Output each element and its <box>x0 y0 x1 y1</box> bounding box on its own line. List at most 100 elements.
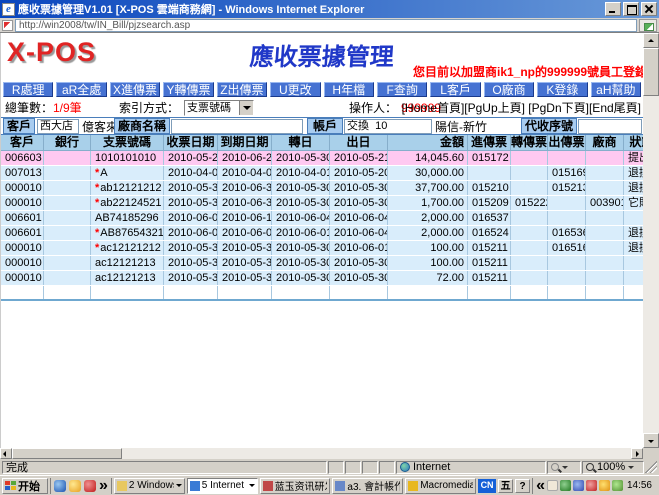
column-header[interactable]: 出日 <box>330 135 388 150</box>
menu-button[interactable]: L客戶 <box>430 82 480 97</box>
column-header[interactable]: 到期日期 <box>218 135 272 150</box>
scroll-up-icon[interactable] <box>643 33 659 48</box>
table-row[interactable]: 000010*ab121212122010-05-302010-06-30201… <box>1 181 643 196</box>
table-cell: 2010-05-21 <box>164 151 218 165</box>
column-header[interactable]: 轉日 <box>272 135 330 150</box>
vendor-name-input[interactable] <box>171 119 303 134</box>
menu-button[interactable]: H年檔 <box>324 82 374 97</box>
ime-indicator[interactable]: 五 <box>498 479 513 493</box>
taskbar-button[interactable]: a3. 會計帳作... <box>332 478 403 494</box>
language-indicator[interactable]: CN <box>478 479 496 493</box>
column-header[interactable]: 狀態 <box>624 135 643 150</box>
quicklaunch-icon-2[interactable] <box>69 480 81 492</box>
ime-help-button[interactable]: ? <box>515 479 530 493</box>
zoom-control[interactable]: 100% <box>582 461 644 474</box>
status-pane <box>328 461 344 474</box>
vertical-scroll-thumb[interactable] <box>643 48 659 96</box>
tray-icon[interactable] <box>586 480 597 491</box>
scroll-down-icon[interactable] <box>643 433 659 448</box>
go-button[interactable] <box>639 19 657 32</box>
table-row[interactable]: 007013*A2010-04-012010-04-012010-04-0120… <box>1 166 643 181</box>
table-cell: 2010-05-30 <box>164 241 218 255</box>
table-cell: 30,000.00 <box>388 166 468 180</box>
tray-icon[interactable] <box>560 480 571 491</box>
menu-button[interactable]: R處理 <box>3 82 53 97</box>
menu-button[interactable]: X進傳票 <box>110 82 160 97</box>
table-cell <box>586 286 624 299</box>
table-cell <box>548 256 586 270</box>
table-cell: 2010-05-30 <box>272 241 330 255</box>
url-input[interactable]: http://win2008/tw/IN_Bill/pjzsearch.asp <box>15 19 637 32</box>
horizontal-scroll-thumb[interactable] <box>12 448 122 459</box>
menu-button[interactable]: O廠商 <box>484 82 534 97</box>
start-button[interactable]: 开始 <box>2 478 48 494</box>
column-header[interactable]: 金額 <box>388 135 468 150</box>
resize-grip[interactable] <box>645 461 657 473</box>
table-cell <box>91 286 164 299</box>
menu-button[interactable]: U更改 <box>270 82 320 97</box>
taskbar-button[interactable]: 5 Internet ... <box>187 478 258 494</box>
index-mode-label: 索引方式： <box>119 100 179 116</box>
table-row[interactable]: 006601*AB876543212010-06-012010-06-01201… <box>1 226 643 241</box>
column-header[interactable]: 支票號碼 <box>91 135 164 150</box>
tray-icon[interactable] <box>612 480 623 491</box>
chevron-down-icon[interactable] <box>239 101 253 115</box>
column-header[interactable]: 轉傳票 <box>511 135 548 150</box>
menu-button[interactable]: aH幫助 <box>591 82 641 97</box>
menu-button[interactable]: K登錄 <box>537 82 587 97</box>
scroll-right-icon[interactable] <box>631 448 643 459</box>
table-cell <box>511 166 548 180</box>
table-row[interactable]: 00660310101010102010-05-212010-06-212010… <box>1 151 643 166</box>
table-row[interactable]: 000010ac121212132010-05-302010-05-312010… <box>1 271 643 286</box>
menu-button[interactable]: Z出傳票 <box>217 82 267 97</box>
column-header[interactable]: 出傳票 <box>548 135 586 150</box>
table-cell <box>44 226 91 240</box>
protected-mode-pane[interactable] <box>547 461 581 474</box>
status-bar: 完成 Internet 100% <box>0 459 659 475</box>
maximize-button[interactable] <box>623 2 639 16</box>
quicklaunch-more-chevron[interactable]: » <box>99 477 108 495</box>
table-row[interactable] <box>1 286 643 301</box>
table-row[interactable]: 000010ac121212132010-05-302010-05-312010… <box>1 256 643 271</box>
index-mode-value: 支票號碼 <box>185 101 239 115</box>
tray-icon[interactable] <box>547 480 558 491</box>
quicklaunch-icon-1[interactable] <box>54 480 66 492</box>
horizontal-scrollbar[interactable] <box>0 448 643 459</box>
menu-button[interactable]: F查詢 <box>377 82 427 97</box>
scroll-left-icon[interactable] <box>0 448 12 459</box>
tray-icon[interactable] <box>599 480 610 491</box>
column-header[interactable]: 廠商 <box>586 135 624 150</box>
table-cell <box>1 286 44 299</box>
taskbar-button[interactable]: 蓝玉资讯研发... <box>260 478 331 494</box>
table-cell <box>388 286 468 299</box>
column-header[interactable]: 客戶 <box>1 135 44 150</box>
table-cell <box>624 286 643 299</box>
menu-button[interactable]: Y轉傳票 <box>163 82 213 97</box>
quicklaunch-icon-3[interactable] <box>84 480 96 492</box>
table-row[interactable]: 000010*ab221245212010-05-302010-06-30201… <box>1 196 643 211</box>
table-cell <box>44 181 91 195</box>
close-button[interactable] <box>641 2 657 16</box>
minimize-button[interactable] <box>605 2 621 16</box>
account-input[interactable]: 交換 10 <box>344 119 432 134</box>
index-mode-select[interactable]: 支票號碼 <box>184 100 254 116</box>
column-header[interactable]: 銀行 <box>44 135 91 150</box>
column-header[interactable]: 收票日期 <box>164 135 218 150</box>
table-cell: 2010-05-30 <box>164 196 218 210</box>
taskbar-button[interactable]: Macromedia F... <box>405 478 476 494</box>
paging-keys[interactable]: [Home首頁][PgUp上頁] [PgDn下頁][End尾頁] <box>402 100 641 116</box>
column-header[interactable]: 進傳票 <box>468 135 511 150</box>
modified-star-icon: * <box>95 242 99 254</box>
menu-button[interactable]: aR全處 <box>56 82 106 97</box>
vertical-scrollbar[interactable] <box>643 33 659 448</box>
table-row[interactable]: 006601AB741852962010-06-042010-06-152010… <box>1 211 643 226</box>
collect-seq-input[interactable] <box>578 119 642 134</box>
tray-chevron[interactable]: « <box>536 477 545 495</box>
tray-icon[interactable] <box>573 480 584 491</box>
customer-input[interactable]: 西大店 <box>37 119 79 134</box>
taskbar-button[interactable]: 2 Windows E... <box>114 478 185 494</box>
table-cell: *A <box>91 166 164 180</box>
table-cell: 016524 <box>468 226 511 240</box>
table-row[interactable]: 000010*ac121212122010-05-302010-05-31201… <box>1 241 643 256</box>
table-cell: 2010-04-01 <box>272 166 330 180</box>
